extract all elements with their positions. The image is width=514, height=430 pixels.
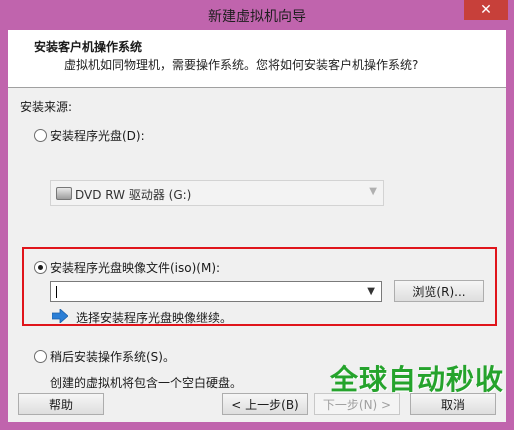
dvd-drive-icon: [56, 187, 72, 200]
page-subtitle: 虚拟机如同物理机，需要操作系统。您将如何安装客户机操作系统?: [64, 58, 419, 72]
title-bar: 新建虚拟机向导 ✕: [0, 0, 514, 30]
help-button[interactable]: 帮助: [18, 393, 104, 415]
install-later-description: 创建的虚拟机将包含一个空白硬盘。: [50, 376, 243, 390]
close-button[interactable]: ✕: [464, 0, 508, 20]
back-button[interactable]: < 上一步(B): [222, 393, 308, 415]
watermark-logo: 全球自动秒收: [330, 363, 505, 396]
radio-installer-disc[interactable]: [34, 129, 47, 142]
disc-drive-value: DVD RW 驱动器 (G:): [75, 188, 192, 202]
iso-info-text: 选择安装程序光盘映像继续。: [76, 311, 233, 325]
close-icon: ✕: [480, 2, 492, 18]
install-source-label: 安装来源:: [20, 100, 73, 114]
disc-drive-select[interactable]: DVD RW 驱动器 (G:) ▼: [50, 180, 384, 206]
iso-path-input[interactable]: ▼: [50, 281, 382, 302]
page-title: 安装客户机操作系统: [34, 40, 143, 54]
browse-button[interactable]: 浏览(R)...: [394, 280, 484, 302]
radio-install-later[interactable]: [34, 350, 47, 363]
radio-iso-image-label[interactable]: 安装程序光盘映像文件(iso)(M):: [50, 259, 220, 276]
wizard-header: 安装客户机操作系统 虚拟机如同物理机，需要操作系统。您将如何安装客户机操作系统?: [8, 30, 506, 88]
chevron-down-icon: ▼: [369, 186, 377, 197]
radio-installer-disc-label[interactable]: 安装程序光盘(D):: [50, 127, 145, 144]
radio-install-later-label[interactable]: 稍后安装操作系统(S)。: [50, 348, 175, 365]
text-caret: [56, 286, 57, 298]
chevron-down-icon[interactable]: ▼: [367, 286, 375, 297]
radio-iso-image[interactable]: [34, 261, 47, 274]
wizard-window: 新建虚拟机向导 ✕ 安装客户机操作系统 虚拟机如同物理机，需要操作系统。您将如何…: [0, 0, 514, 430]
window-title: 新建虚拟机向导: [208, 9, 306, 25]
